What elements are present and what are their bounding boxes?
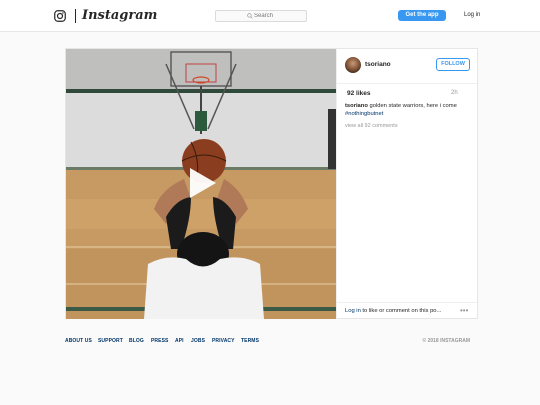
footer-link-blog[interactable]: BLOG <box>129 338 144 344</box>
comment-login-bar: Log in to like or comment on this po... … <box>337 302 479 320</box>
caption-hashtag[interactable]: #nothingbutnet <box>345 111 383 117</box>
like-count[interactable]: 92 likes <box>347 90 371 97</box>
instagram-camera-icon[interactable] <box>54 10 66 22</box>
caption-text: golden state warriors, here i come <box>367 103 457 109</box>
get-the-app-button[interactable]: Get the app <box>398 10 446 21</box>
instagram-wordmark[interactable]: Instagram <box>82 7 157 25</box>
post-video[interactable] <box>66 49 336 319</box>
search-box[interactable] <box>215 10 307 22</box>
avatar[interactable] <box>345 57 361 73</box>
top-navigation-bar: Instagram Get the app Log in <box>0 0 540 32</box>
login-prompt: Log in to like or comment on this po... <box>345 308 441 314</box>
view-all-comments-link[interactable]: view all 92 comments <box>345 123 398 129</box>
copyright: © 2018 INSTAGRAM <box>422 338 471 344</box>
post-caption: tsoriano golden state warriors, here i c… <box>345 103 473 118</box>
search-icon <box>247 13 253 19</box>
login-link[interactable]: Log in <box>464 11 480 20</box>
caption-username[interactable]: tsoriano <box>345 103 368 109</box>
post-header: tsoriano FOLLOW <box>337 49 479 84</box>
footer-link-terms[interactable]: TERMS <box>241 338 259 344</box>
login-prompt-text: to like or comment on this po... <box>360 308 442 314</box>
play-icon[interactable] <box>185 166 219 200</box>
search-input[interactable] <box>254 11 304 21</box>
comment-login-link[interactable]: Log in <box>345 308 361 314</box>
footer-link-jobs[interactable]: JOBS <box>191 338 205 344</box>
footer-link-privacy[interactable]: PRIVACY <box>212 338 235 344</box>
post-card: tsoriano FOLLOW 92 likes 2h tsoriano gol… <box>65 48 479 319</box>
post-sidebar: tsoriano FOLLOW 92 likes 2h tsoriano gol… <box>336 49 479 319</box>
page-footer: ABOUT US SUPPORT BLOG PRESS API JOBS PRI… <box>65 338 470 348</box>
post-username[interactable]: tsoriano <box>365 61 391 68</box>
follow-button[interactable]: FOLLOW <box>436 58 470 71</box>
more-options-icon[interactable]: ••• <box>460 306 468 315</box>
post-age[interactable]: 2h <box>451 90 458 96</box>
footer-link-about-us[interactable]: ABOUT US <box>65 338 92 344</box>
logo-divider <box>75 9 76 23</box>
footer-link-press[interactable]: PRESS <box>151 338 168 344</box>
footer-link-api[interactable]: API <box>175 338 184 344</box>
footer-link-support[interactable]: SUPPORT <box>98 338 123 344</box>
